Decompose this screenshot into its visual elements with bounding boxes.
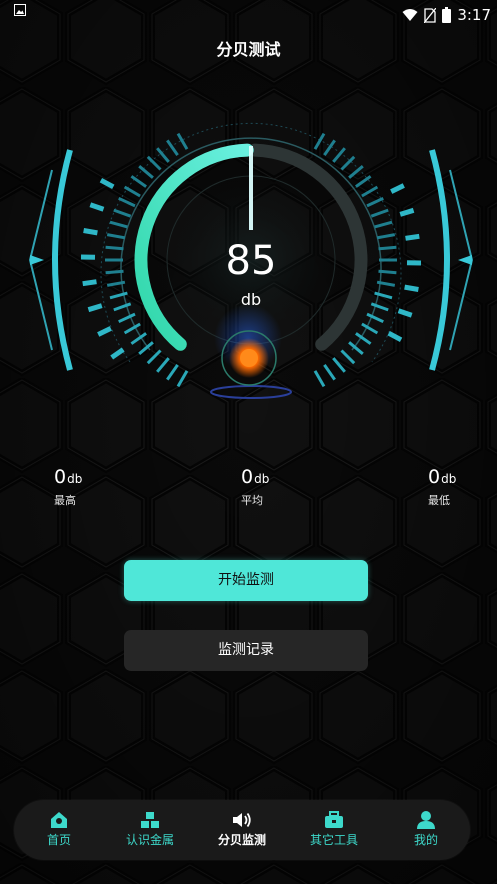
tab-other-tools[interactable]: 其它工具 (298, 800, 370, 860)
no-sim-icon (424, 7, 437, 23)
tab-know-metals-label: 认识金属 (125, 833, 174, 847)
gauge-segment (99, 177, 115, 190)
decibel-test-screen: 3:17 分贝测试 85 db 0db 最高 0db 平均 0db 最低 开始监… (0, 0, 497, 884)
bottom-tab-bar: 首页 认识金属 分贝监测 其它工具 我的 (14, 800, 470, 860)
gauge-tick (156, 357, 170, 373)
stat-average-label: 平均 (241, 494, 263, 507)
gauge-tick (130, 175, 147, 188)
gauge-tick (146, 349, 162, 365)
gauge-tick (340, 349, 356, 365)
toolbox-icon (325, 811, 343, 828)
tab-home[interactable]: 首页 (32, 800, 86, 860)
status-time: 3:17 (457, 6, 491, 24)
decibel-reading: 85 (225, 238, 277, 284)
user-icon (417, 811, 435, 829)
status-bar: 3:17 (0, 0, 497, 30)
stat-min-unit: db (441, 472, 457, 486)
gauge-tick (361, 185, 379, 198)
home-icon (51, 812, 67, 828)
gauge-tick (118, 196, 136, 208)
gauge-tick (366, 196, 384, 208)
page-title: 分贝测试 (216, 40, 281, 59)
gauge-segment (97, 326, 112, 337)
tab-decibel-monitor-label: 分贝监测 (217, 833, 266, 847)
image-icon (14, 4, 26, 16)
gauge-tick (113, 208, 132, 218)
stat-max-label: 最高 (54, 494, 76, 507)
blocks-icon (141, 812, 159, 828)
battery-icon (442, 7, 452, 23)
gauge-tick (166, 364, 179, 381)
tab-mine-label: 我的 (413, 833, 438, 847)
gauge-tick (313, 132, 326, 150)
stat-average-unit: db (254, 472, 270, 486)
stat-average-value: 0 (241, 466, 254, 488)
tab-home-label: 首页 (46, 833, 71, 847)
stat-average: 0db 平均 (241, 466, 321, 508)
gauge-tick (123, 185, 141, 198)
gauge-segment (89, 202, 105, 212)
monitoring-records-button[interactable]: 监测记录 (124, 630, 368, 671)
stat-max-value: 0 (54, 466, 67, 488)
gauge-tick (348, 165, 364, 179)
decibel-unit: db (240, 290, 262, 309)
gauge-tick (138, 165, 154, 179)
tab-know-metals[interactable]: 认识金属 (114, 800, 186, 860)
gauge-tick (374, 220, 393, 229)
stat-min-label: 最低 (428, 494, 450, 507)
indicator-dot (240, 349, 258, 367)
stat-min-value: 0 (428, 466, 441, 488)
gauge-tick (370, 208, 389, 218)
gauge-segment (390, 183, 405, 194)
wifi-icon (402, 9, 418, 21)
tab-mine[interactable]: 我的 (400, 800, 452, 860)
gauge-tick (332, 147, 346, 163)
gauge-segment (397, 308, 413, 318)
gauge-tick (166, 139, 179, 156)
stat-min: 0db 最低 (428, 466, 497, 508)
start-monitoring-button[interactable]: 开始监测 (124, 560, 368, 601)
tab-decibel-monitor[interactable]: 分贝监测 (206, 800, 278, 860)
tab-other-tools-label: 其它工具 (309, 833, 358, 847)
speaker-icon (233, 812, 251, 828)
gauge-needle (249, 146, 253, 230)
stat-max: 0db 最高 (54, 466, 134, 508)
indicator-base-ring (210, 385, 292, 399)
status-icons: 3:17 (402, 4, 491, 26)
gauge-tick (313, 370, 326, 388)
gauge-tick (176, 370, 189, 388)
gauge-segment (110, 347, 125, 360)
stat-max-unit: db (67, 472, 83, 486)
gauge-segment (399, 207, 415, 217)
gauge-tick (109, 220, 128, 229)
gauge-tick (323, 139, 336, 156)
gauge-segment (83, 228, 98, 236)
gauge-tick (323, 364, 336, 381)
gauge-tick (355, 175, 372, 188)
gauge-tick (332, 357, 346, 373)
gauge-segment (387, 330, 403, 343)
